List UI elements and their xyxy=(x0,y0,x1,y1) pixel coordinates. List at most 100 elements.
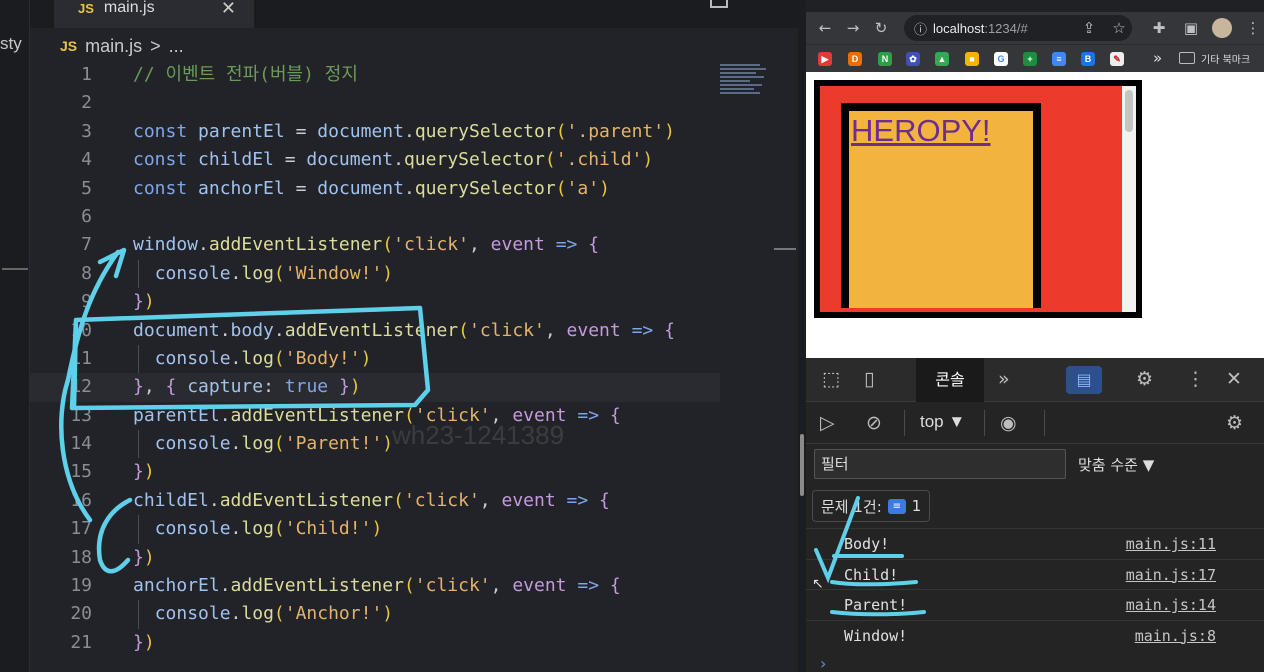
code-text[interactable]: // 이벤트 전파(버블) 정지 xyxy=(133,61,358,89)
code-line[interactable]: 13 parentEl.addEventListener('click', eve… xyxy=(30,402,720,430)
code-line[interactable]: 3 const parentEl = document.querySelector… xyxy=(30,118,720,146)
code-text[interactable]: const childEl = document.querySelector('… xyxy=(133,146,653,174)
context-select[interactable]: top ▼ xyxy=(920,412,965,432)
line-number[interactable]: 9 xyxy=(30,288,92,316)
line-number[interactable]: 20 xyxy=(30,600,92,628)
code-line[interactable]: 14 console.log('Parent!') xyxy=(30,430,720,459)
code-text[interactable]: window.addEventListener('click', event =… xyxy=(133,231,599,259)
profile-avatar[interactable] xyxy=(1212,18,1232,38)
line-number[interactable]: 1 xyxy=(30,61,92,89)
code-line[interactable]: 17 console.log('Child!') xyxy=(30,515,720,544)
sidepanel-icon[interactable]: ▣ xyxy=(1180,19,1202,37)
code-text[interactable]: }) xyxy=(133,458,155,486)
resize-handle[interactable] xyxy=(800,434,804,496)
line-number[interactable]: 16 xyxy=(30,487,92,515)
line-number[interactable]: 15 xyxy=(30,458,92,486)
gear-icon[interactable]: ⚙ xyxy=(1136,368,1153,390)
code-line[interactable]: 7 window.addEventListener('click', event … xyxy=(30,231,720,259)
docs-bookmark-icon[interactable]: ≡ xyxy=(1052,52,1066,66)
share-icon[interactable]: ⇪ xyxy=(1078,19,1100,37)
line-number[interactable]: 19 xyxy=(30,572,92,600)
youtube-bookmark-icon[interactable]: ▶ xyxy=(818,52,832,66)
heropy-link[interactable]: HEROPY! xyxy=(851,113,991,149)
code-line[interactable]: 20 console.log('Anchor!') xyxy=(30,600,720,629)
explorer-sidebar[interactable]: sty xyxy=(0,0,30,672)
info-icon[interactable]: ⓘ xyxy=(914,19,927,38)
device-toggle-icon[interactable]: ▯ xyxy=(864,368,874,390)
close-icon[interactable]: ✕ xyxy=(221,0,236,19)
line-number[interactable]: 6 xyxy=(30,203,92,231)
sidebar-scrollbar[interactable] xyxy=(2,268,28,270)
breadcrumb[interactable]: JS main.js > ... xyxy=(60,32,184,60)
line-number[interactable]: 14 xyxy=(30,430,92,458)
code-line[interactable]: 8 console.log('Window!') xyxy=(30,259,720,289)
inspect-icon[interactable]: ⬚ xyxy=(822,368,840,390)
line-number[interactable]: 4 xyxy=(30,146,92,174)
line-number[interactable]: 7 xyxy=(30,231,92,259)
code-line[interactable]: 1 // 이벤트 전파(버블) 정지 xyxy=(30,61,720,89)
line-number[interactable]: 5 xyxy=(30,175,92,203)
parent-scrollbar[interactable] xyxy=(1122,86,1136,312)
more-tabs-icon[interactable]: » xyxy=(998,368,1010,390)
gear-icon[interactable]: ⚙ xyxy=(1226,412,1243,434)
code-line[interactable]: 2 xyxy=(30,89,720,117)
line-number[interactable]: 13 xyxy=(30,402,92,430)
line-number[interactable]: 3 xyxy=(30,118,92,146)
clear-console-icon[interactable]: ⊘ xyxy=(866,412,882,434)
extensions-icon[interactable]: ✚ xyxy=(1148,19,1170,37)
code-text[interactable]: }) xyxy=(133,629,155,657)
filter-input[interactable]: 필터 xyxy=(814,449,1066,479)
kebab-menu-icon[interactable]: ⋮ xyxy=(1186,368,1205,390)
line-number[interactable]: 11 xyxy=(30,345,92,373)
code-lines[interactable]: 1 // 이벤트 전파(버블) 정지 2 3 const parentEl = docu… xyxy=(30,61,720,657)
browser-tabstrip[interactable] xyxy=(806,0,1264,12)
google-bookmark-icon[interactable]: G xyxy=(994,52,1008,66)
folder-icon[interactable] xyxy=(1179,52,1195,64)
split-editor-icon[interactable] xyxy=(710,0,728,8)
code-text[interactable]: }) xyxy=(133,544,155,572)
line-number[interactable]: 8 xyxy=(30,260,92,288)
code-text[interactable]: childEl.addEventListener('click', event … xyxy=(133,487,610,515)
code-text[interactable]: }) xyxy=(133,288,155,316)
code-editor[interactable]: sty JS main.js ✕ JS main.js > ... 1 // 이벤… xyxy=(0,0,798,672)
code-line[interactable]: 11 console.log('Body!') xyxy=(30,344,720,374)
more-bookmarks-icon[interactable]: » xyxy=(1153,49,1162,67)
bookmark-icon-d[interactable]: D xyxy=(848,52,862,66)
code-line[interactable]: 10 document.body.addEventListener('click'… xyxy=(30,317,720,345)
menu-icon[interactable]: ⋮ xyxy=(1242,19,1264,37)
bookmark-icon-n[interactable]: N xyxy=(878,52,892,66)
other-bookmarks-label[interactable]: 기타 북마크 xyxy=(1201,51,1250,66)
child-element[interactable]: HEROPY! xyxy=(841,103,1041,308)
bookmark-icon-b[interactable]: B xyxy=(1081,52,1095,66)
sidebar-file-label[interactable]: sty xyxy=(0,34,22,54)
code-line[interactable]: 12}, { capture: true }) xyxy=(30,373,720,402)
code-text[interactable]: console.log('Parent!') xyxy=(133,430,393,458)
breadcrumb-file[interactable]: main.js xyxy=(85,36,142,57)
line-number[interactable]: 2 xyxy=(30,89,92,117)
breadcrumb-symbol[interactable]: ... xyxy=(169,36,184,57)
code-text[interactable]: console.log('Body!') xyxy=(133,345,372,373)
line-number[interactable]: 12 xyxy=(30,373,92,401)
minimap[interactable] xyxy=(720,62,770,106)
eye-icon[interactable]: ◉ xyxy=(1000,412,1017,434)
star-icon[interactable]: ☆ xyxy=(1108,19,1130,37)
bookmark-icon-note[interactable]: ✎ xyxy=(1110,52,1124,66)
line-number[interactable]: 17 xyxy=(30,515,92,543)
tab-console[interactable]: 콘솔 xyxy=(916,358,984,402)
code-text[interactable]: console.log('Window!') xyxy=(133,260,393,288)
code-text[interactable]: const parentEl = document.querySelector(… xyxy=(133,118,675,146)
line-number[interactable]: 18 xyxy=(30,544,92,572)
code-line[interactable]: 19 anchorEl.addEventListener('click', eve… xyxy=(30,572,720,600)
log-level-select[interactable]: 맞춤 수준 ▼ xyxy=(1078,454,1154,475)
code-line[interactable]: 15}) xyxy=(30,458,720,486)
messages-icon[interactable]: ▤ xyxy=(1066,366,1102,394)
code-text[interactable]: anchorEl.addEventListener('click', event… xyxy=(133,572,621,600)
reload-icon[interactable]: ↻ xyxy=(870,19,892,37)
parent-element[interactable]: HEROPY! xyxy=(814,80,1142,318)
bookmark-icon-plugin[interactable]: ✿ xyxy=(906,52,920,66)
code-text[interactable]: console.log('Anchor!') xyxy=(133,600,393,628)
bookmark-icon-plus[interactable]: + xyxy=(1023,52,1037,66)
tab-main-js[interactable]: JS main.js ✕ xyxy=(54,0,254,28)
page-viewport[interactable]: HEROPY! xyxy=(806,72,1264,358)
code-line[interactable]: 5 const anchorEl = document.querySelector… xyxy=(30,175,720,203)
